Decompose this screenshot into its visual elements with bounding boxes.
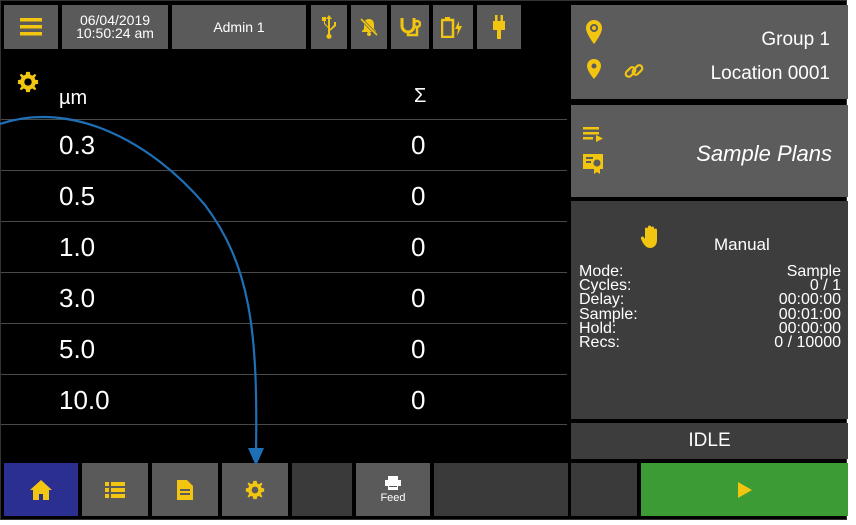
callout-arrow (0, 115, 264, 466)
